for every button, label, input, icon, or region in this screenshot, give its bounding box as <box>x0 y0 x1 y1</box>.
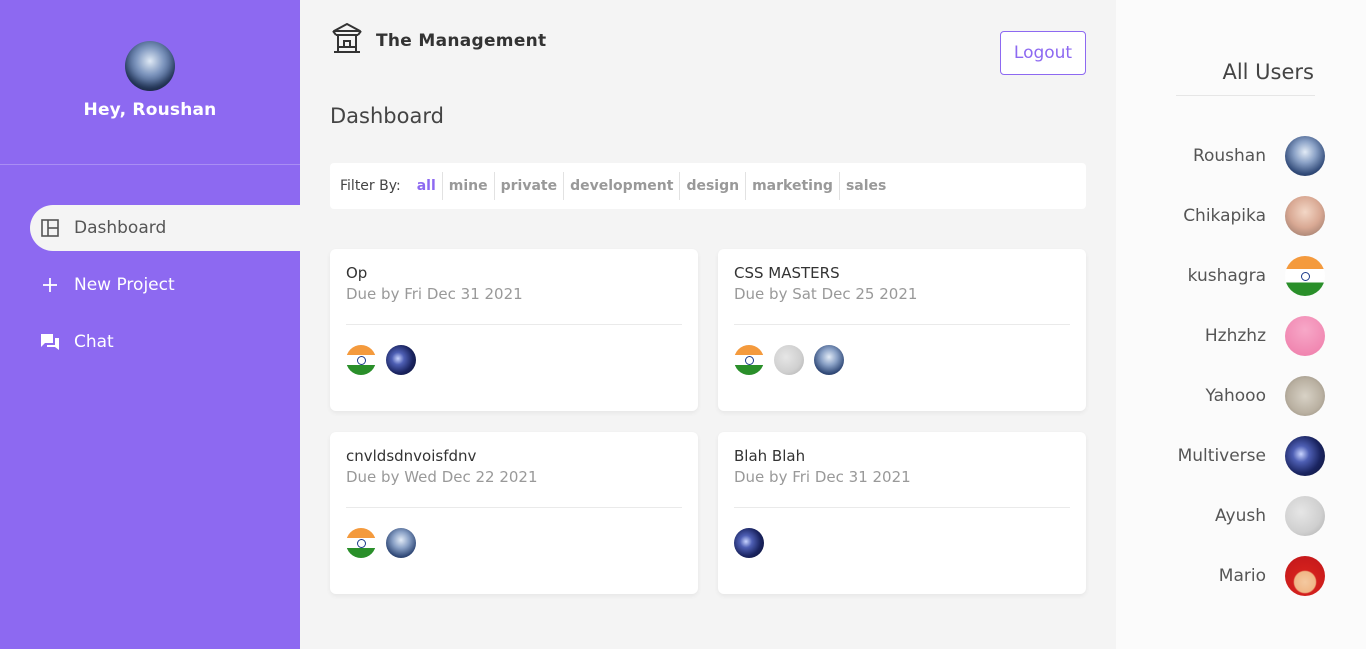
user-name: Multiverse <box>1177 446 1266 466</box>
divider <box>346 324 682 325</box>
user-list-item[interactable]: Ayush <box>1215 496 1325 536</box>
divider <box>734 324 1070 325</box>
project-filter: Filter By: all mine private development … <box>330 163 1086 209</box>
nav-label-new-project: New Project <box>74 275 175 295</box>
nav-item-new-project[interactable]: New Project <box>30 262 300 308</box>
filter-mine[interactable]: mine <box>443 172 495 200</box>
filter-private[interactable]: private <box>495 172 565 200</box>
filter-marketing[interactable]: marketing <box>746 172 840 200</box>
filter-sales[interactable]: sales <box>840 172 892 200</box>
user-name: Ayush <box>1215 506 1266 526</box>
user-avatar <box>734 345 764 375</box>
divider <box>734 507 1070 508</box>
divider <box>1176 95 1315 96</box>
user-name: Hzhzhz <box>1204 326 1266 346</box>
user-avatar <box>734 528 764 558</box>
user-avatar <box>1285 496 1325 536</box>
user-avatar <box>1285 316 1325 356</box>
user-name: kushagra <box>1187 266 1266 286</box>
user-list-item[interactable]: kushagra <box>1188 256 1325 296</box>
user-avatar <box>774 345 804 375</box>
user-list-item[interactable]: Multiverse <box>1178 436 1325 476</box>
project-due-date: Due by Sat Dec 25 2021 <box>734 285 918 303</box>
filter-all[interactable]: all <box>411 172 443 200</box>
filter-design[interactable]: design <box>680 172 747 200</box>
brand: The Management <box>330 22 546 60</box>
user-list-item[interactable]: Chikapika <box>1183 196 1325 236</box>
project-card[interactable]: Blah Blah Due by Fri Dec 31 2021 <box>718 432 1086 594</box>
nav-label-dashboard: Dashboard <box>74 218 167 238</box>
project-due-date: Due by Fri Dec 31 2021 <box>346 285 523 303</box>
users-panel: All Users Roushan Chikapika kushagra Hzh… <box>1116 0 1366 649</box>
assigned-users <box>734 345 1070 375</box>
user-list-item[interactable]: Yahooo <box>1206 376 1325 416</box>
project-card[interactable]: CSS MASTERS Due by Sat Dec 25 2021 <box>718 249 1086 411</box>
greeting: Hey, Roushan <box>83 100 217 120</box>
page-title: Dashboard <box>330 104 444 128</box>
user-name: Yahooo <box>1205 386 1266 406</box>
brand-name: The Management <box>376 31 547 51</box>
user-list-item[interactable]: Hzhzhz <box>1205 316 1325 356</box>
user-name: Roushan <box>1192 146 1266 166</box>
logout-button[interactable]: Logout <box>1000 31 1086 75</box>
sidebar-user: Hey, Roushan <box>0 0 300 165</box>
sidebar-nav: Dashboard New Project Chat <box>0 205 300 365</box>
user-avatar <box>1285 136 1325 176</box>
project-card[interactable]: cnvldsdnvoisfdnv Due by Wed Dec 22 2021 <box>330 432 698 594</box>
assigned-users <box>346 345 682 375</box>
user-avatar <box>346 528 376 558</box>
current-user-avatar <box>125 41 175 91</box>
filter-development[interactable]: development <box>564 172 681 200</box>
project-name: Blah Blah <box>734 447 806 465</box>
project-due-date: Due by Fri Dec 31 2021 <box>734 468 911 486</box>
project-name: cnvldsdnvoisfdnv <box>346 447 477 465</box>
nav-item-dashboard[interactable]: Dashboard <box>30 205 300 251</box>
user-list-item[interactable]: Roushan <box>1193 136 1325 176</box>
temple-logo-icon <box>330 22 364 60</box>
user-avatar <box>1285 196 1325 236</box>
assigned-users <box>734 528 1070 558</box>
assigned-users <box>346 528 682 558</box>
user-avatar <box>386 345 416 375</box>
user-avatar <box>1285 256 1325 296</box>
nav-label-chat: Chat <box>74 332 114 352</box>
project-card[interactable]: Op Due by Fri Dec 31 2021 <box>330 249 698 411</box>
nav-item-chat[interactable]: Chat <box>30 319 300 365</box>
users-panel-title: All Users <box>1222 60 1314 84</box>
user-avatar <box>1285 376 1325 416</box>
project-name: Op <box>346 264 368 282</box>
user-avatar <box>386 528 416 558</box>
user-name: Mario <box>1218 566 1266 586</box>
divider <box>346 507 682 508</box>
project-due-date: Due by Wed Dec 22 2021 <box>346 468 538 486</box>
main-content: The Management Logout Dashboard Filter B… <box>300 0 1116 649</box>
user-avatar <box>1285 556 1325 596</box>
dashboard-icon <box>40 218 60 238</box>
user-avatar <box>346 345 376 375</box>
user-list-item[interactable]: Mario <box>1219 556 1325 596</box>
user-avatar <box>814 345 844 375</box>
user-avatar <box>1285 436 1325 476</box>
chat-icon <box>40 332 60 352</box>
project-name: CSS MASTERS <box>734 264 840 282</box>
user-name: Chikapika <box>1183 206 1266 226</box>
sidebar: Hey, Roushan Dashboard New Project Chat <box>0 0 300 649</box>
plus-icon <box>40 275 60 295</box>
filter-label: Filter By: <box>340 178 401 194</box>
